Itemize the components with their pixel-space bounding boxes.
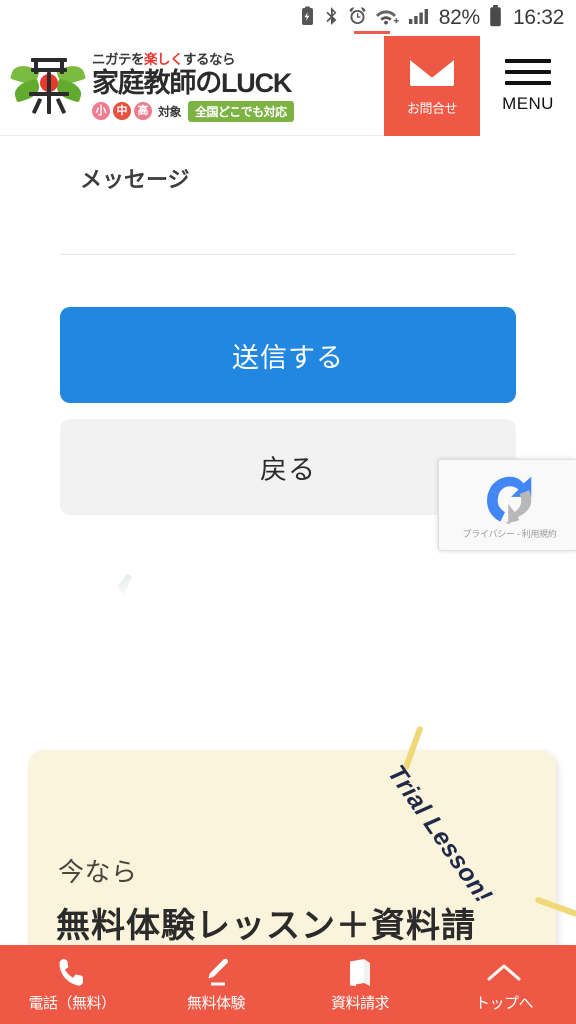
- nav-label-brochure: 資料請求: [330, 994, 390, 1012]
- nav-item-brochure[interactable]: 資料請求: [288, 945, 432, 1024]
- nationwide-pill: 全国どこでも対応: [188, 100, 294, 122]
- battery-percent: 82%: [438, 6, 480, 29]
- bluetooth-icon: [325, 6, 339, 31]
- hamburger-icon: [505, 58, 551, 85]
- logo-tagline: ニガテを楽しくするなら: [92, 48, 294, 68]
- nav-label-phone: 電話（無料）: [28, 994, 116, 1012]
- recaptcha-icon: [482, 470, 538, 526]
- nav-label-to-top: トップへ: [474, 994, 534, 1012]
- message-field-row[interactable]: メッセージ: [60, 137, 516, 255]
- status-bar: 82% 16:32: [0, 0, 576, 36]
- alarm-clock-icon: [348, 6, 367, 31]
- message-field-label: メッセージ: [80, 167, 190, 192]
- pencil-icon: [202, 957, 230, 987]
- recaptcha-badge[interactable]: プライバシー - 利用規約: [438, 459, 576, 551]
- bottom-navigation: 電話（無料） 無料体験 資料請求 トップへ: [0, 945, 576, 1024]
- nav-item-to-top[interactable]: トップへ: [432, 945, 576, 1024]
- luck-logo-mark: [10, 44, 86, 124]
- app-root: 82% 16:32 ニガテを楽しくするなら 家庭教師のLUCK 小 中 高 対象…: [0, 0, 576, 1024]
- tagline-suffix: するなら: [183, 52, 236, 68]
- clock-time: 16:32: [512, 6, 564, 29]
- phone-icon: [58, 957, 86, 987]
- promo-headline: 無料体験レッスン＋資料請: [56, 907, 476, 945]
- site-header: ニガテを楽しくするなら 家庭教師のLUCK 小 中 高 対象 全国どこでも対応 …: [0, 36, 576, 136]
- wifi-active-indicator: [354, 31, 390, 34]
- menu-button-label: MENU: [502, 93, 554, 113]
- page-artifact: [118, 574, 132, 596]
- signal-bars-icon: [408, 6, 430, 31]
- chevron-up-icon: [487, 957, 521, 987]
- promo-section: 今なら 無料体験レッスン＋資料請: [0, 700, 576, 960]
- nav-label-free-trial: 無料体験: [186, 994, 246, 1012]
- logo-brand-name: 家庭教師のLUCK: [92, 68, 292, 99]
- badge-high-school: 高: [134, 102, 152, 121]
- wifi-icon: [375, 6, 400, 31]
- battery-saver-icon: [299, 6, 316, 31]
- logo-text-block: ニガテを楽しくするなら 家庭教師のLUCK 小 中 高 対象 全国どこでも対応: [92, 46, 294, 122]
- badge-suffix-label: 対象: [158, 104, 182, 119]
- nav-item-phone[interactable]: 電話（無料）: [0, 945, 144, 1024]
- badge-elementary: 小: [92, 102, 110, 121]
- nav-item-free-trial[interactable]: 無料体験: [144, 945, 288, 1024]
- submit-button[interactable]: 送信する: [60, 307, 516, 403]
- raku-kanji-icon: [28, 54, 70, 116]
- site-logo[interactable]: ニガテを楽しくするなら 家庭教師のLUCK 小 中 高 対象 全国どこでも対応: [10, 44, 294, 124]
- promo-eyebrow: 今なら: [58, 857, 138, 887]
- tagline-prefix: ニガテを: [92, 52, 145, 68]
- envelope-icon: [408, 55, 456, 91]
- battery-icon: [489, 4, 502, 32]
- contact-button[interactable]: お問合せ: [384, 36, 480, 136]
- badge-junior-high: 中: [113, 102, 131, 121]
- menu-button[interactable]: MENU: [480, 36, 576, 136]
- recaptcha-terms-label: プライバシー - 利用規約: [462, 529, 557, 539]
- tagline-highlight: 楽しく: [144, 52, 184, 68]
- contact-button-label: お問合せ: [406, 101, 458, 116]
- book-icon: [346, 957, 374, 987]
- logo-badge-row: 小 中 高 対象 全国どこでも対応: [92, 100, 294, 122]
